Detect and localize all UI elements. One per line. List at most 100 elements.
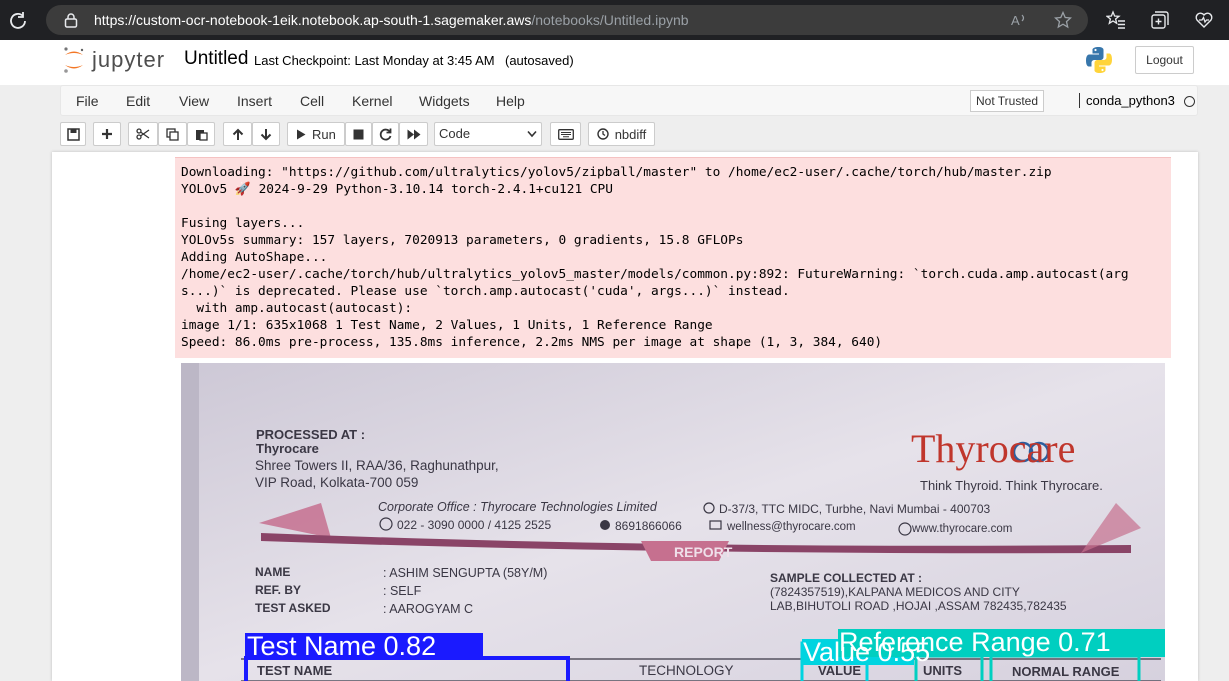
- processed-at-label: PROCESSED AT :: [256, 427, 366, 442]
- menu-help[interactable]: Help: [496, 93, 525, 109]
- corporate-address: D-37/3, TTC MIDC, Turbhe, Navi Mumbai - …: [719, 502, 991, 516]
- ref-by-value: : SELF: [383, 584, 422, 598]
- url-text[interactable]: https://custom-ocr-notebook-1eik.noteboo…: [94, 12, 689, 28]
- stderr-line: image 1/1: 635x1068 1 Test Name, 2 Value…: [181, 318, 713, 333]
- stderr-line: Downloading: "https://github.com/ultraly…: [181, 165, 1052, 180]
- play-icon: [297, 129, 306, 139]
- cell-type-value: Code: [439, 126, 471, 141]
- paste-icon: [195, 129, 208, 141]
- notebook-toolbar: Run Code nbdiff: [60, 120, 1198, 150]
- jupyter-logo-icon[interactable]: [62, 46, 86, 74]
- menu-edit[interactable]: Edit: [126, 93, 150, 109]
- kernel-idle-indicator-icon: [1184, 96, 1195, 107]
- cut-button[interactable]: [128, 122, 158, 146]
- copy-button[interactable]: [158, 122, 187, 146]
- cell-type-select[interactable]: Code: [434, 122, 542, 146]
- run-button[interactable]: Run: [287, 122, 345, 146]
- kernel-name[interactable]: conda_python3: [1079, 93, 1175, 108]
- read-aloud-icon[interactable]: A: [1010, 11, 1028, 29]
- favorites-icon[interactable]: [1106, 10, 1126, 30]
- stderr-line: ​: [181, 198, 1129, 215]
- checkpoint-status: Last Checkpoint: Last Monday at 3:45 AM: [254, 53, 495, 68]
- column-technology: TECHNOLOGY: [639, 663, 734, 678]
- menu-cell[interactable]: Cell: [300, 93, 324, 109]
- menu-file[interactable]: File: [76, 93, 99, 109]
- contact-email: wellness@thyrocare.com: [727, 521, 856, 533]
- brand-tagline: Think Thyroid. Think Thyrocare.: [920, 478, 1103, 493]
- detection-label-test-name: Test Name 0.82: [247, 631, 437, 661]
- nbdiff-button[interactable]: nbdiff: [588, 122, 655, 146]
- collections-icon[interactable]: [1150, 10, 1170, 30]
- notebook-title[interactable]: Untitled: [184, 48, 248, 70]
- name-value: : ASHIM SENGUPTA (58Y/M): [383, 566, 548, 580]
- contact-website: www.thyrocare.com: [912, 523, 1013, 535]
- browser-essentials-icon[interactable]: [1194, 10, 1214, 30]
- save-button[interactable]: [60, 122, 86, 146]
- scissors-icon: [136, 128, 150, 140]
- contact-whatsapp: 8691866066: [615, 519, 682, 533]
- address-bar[interactable]: https://custom-ocr-notebook-1eik.noteboo…: [46, 5, 1088, 35]
- move-down-button[interactable]: [252, 122, 280, 146]
- sample-location-line-2: LAB,BIHUTOLI ROAD ,HOJAI ,ASSAM 782435,7…: [770, 599, 1067, 613]
- lab-address-line-2: VIP Road, Kolkata-700 059: [255, 475, 419, 490]
- detection-label-reference-range: Reference Range 0.71: [839, 627, 1111, 657]
- reload-icon[interactable]: [8, 10, 28, 30]
- save-icon: [66, 127, 80, 141]
- sample-collected-label: SAMPLE COLLECTED AT :: [770, 571, 922, 585]
- restart-kernel-button[interactable]: [372, 122, 399, 146]
- test-asked-label: TEST ASKED: [255, 601, 331, 615]
- menu-insert[interactable]: Insert: [237, 93, 272, 109]
- contact-phone: 022 - 3090 0000 / 4125 2525: [397, 518, 552, 532]
- lab-name: Thyrocare: [256, 441, 319, 456]
- trust-status-button[interactable]: Not Trusted: [970, 90, 1045, 112]
- python-logo-icon: [1086, 47, 1112, 73]
- favorite-star-icon[interactable]: [1054, 11, 1072, 29]
- menu-widgets[interactable]: Widgets: [419, 93, 470, 109]
- arrow-up-icon: [232, 128, 243, 140]
- history-icon: [597, 128, 609, 140]
- logout-button[interactable]: Logout: [1135, 46, 1194, 74]
- restart-icon: [379, 128, 392, 140]
- plus-icon: [102, 129, 112, 139]
- sample-location-line-1: (7824357519),KALPANA MEDICOS AND CITY: [770, 585, 1020, 599]
- report-banner: REPORT: [674, 544, 733, 560]
- menubar: File Edit View Insert Cell Kernel Widget…: [60, 85, 1198, 116]
- cell-stderr-output: Downloading: "https://github.com/ultraly…: [175, 157, 1171, 358]
- stderr-text: Downloading: "https://github.com/ultraly…: [181, 164, 1129, 351]
- chevron-down-icon: [527, 130, 537, 138]
- column-test-name: TEST NAME: [257, 663, 333, 678]
- stderr-line: with amp.autocast(autocast):: [181, 301, 413, 316]
- paste-button[interactable]: [187, 122, 215, 146]
- jupyter-wordmark[interactable]: jupyter: [92, 47, 165, 73]
- brand-logo: Thyrocare: [911, 426, 1076, 471]
- command-palette-button[interactable]: [550, 122, 581, 146]
- interrupt-kernel-button[interactable]: [345, 122, 372, 146]
- browser-toolbar: https://custom-ocr-notebook-1eik.noteboo…: [0, 0, 1229, 40]
- stderr-line: Fusing layers...: [181, 216, 305, 231]
- stderr-line: YOLOv5s summary: 157 layers, 7020913 par…: [181, 233, 744, 248]
- restart-run-all-button[interactable]: [399, 122, 428, 146]
- menu-kernel[interactable]: Kernel: [352, 93, 392, 109]
- run-label: Run: [312, 126, 336, 142]
- stderr-line: Speed: 86.0ms pre-process, 135.8ms infer…: [181, 335, 883, 350]
- ref-by-label: REF. BY: [255, 583, 302, 597]
- test-asked-value: : AAROGYAM C: [383, 602, 474, 616]
- detection-output-image: PROCESSED AT : Thyrocare Shree Towers II…: [181, 363, 1165, 681]
- insert-cell-button[interactable]: [93, 122, 121, 146]
- svg-text:A: A: [1011, 13, 1020, 28]
- menu-view[interactable]: View: [179, 93, 209, 109]
- copy-icon: [166, 127, 179, 141]
- lock-icon[interactable]: [64, 12, 78, 28]
- name-label: NAME: [255, 565, 291, 579]
- stop-icon: [353, 129, 364, 139]
- stderr-line: YOLOv5 🚀 2024-9-29 Python-3.10.14 torch-…: [181, 182, 613, 197]
- lab-address-line-1: Shree Towers II, RAA/36, Raghunathpur,: [255, 458, 499, 473]
- arrow-down-icon: [260, 128, 272, 140]
- keyboard-icon: [557, 128, 574, 140]
- move-up-button[interactable]: [223, 122, 252, 146]
- nbdiff-label: nbdiff: [614, 126, 647, 142]
- fast-forward-icon: [407, 129, 420, 139]
- jupyter-header: jupyter Untitled Last Checkpoint: Last M…: [0, 40, 1229, 85]
- column-normal-range: NORMAL RANGE: [1012, 664, 1120, 679]
- stderr-line: s...)` is deprecated. Please use `torch.…: [181, 284, 790, 299]
